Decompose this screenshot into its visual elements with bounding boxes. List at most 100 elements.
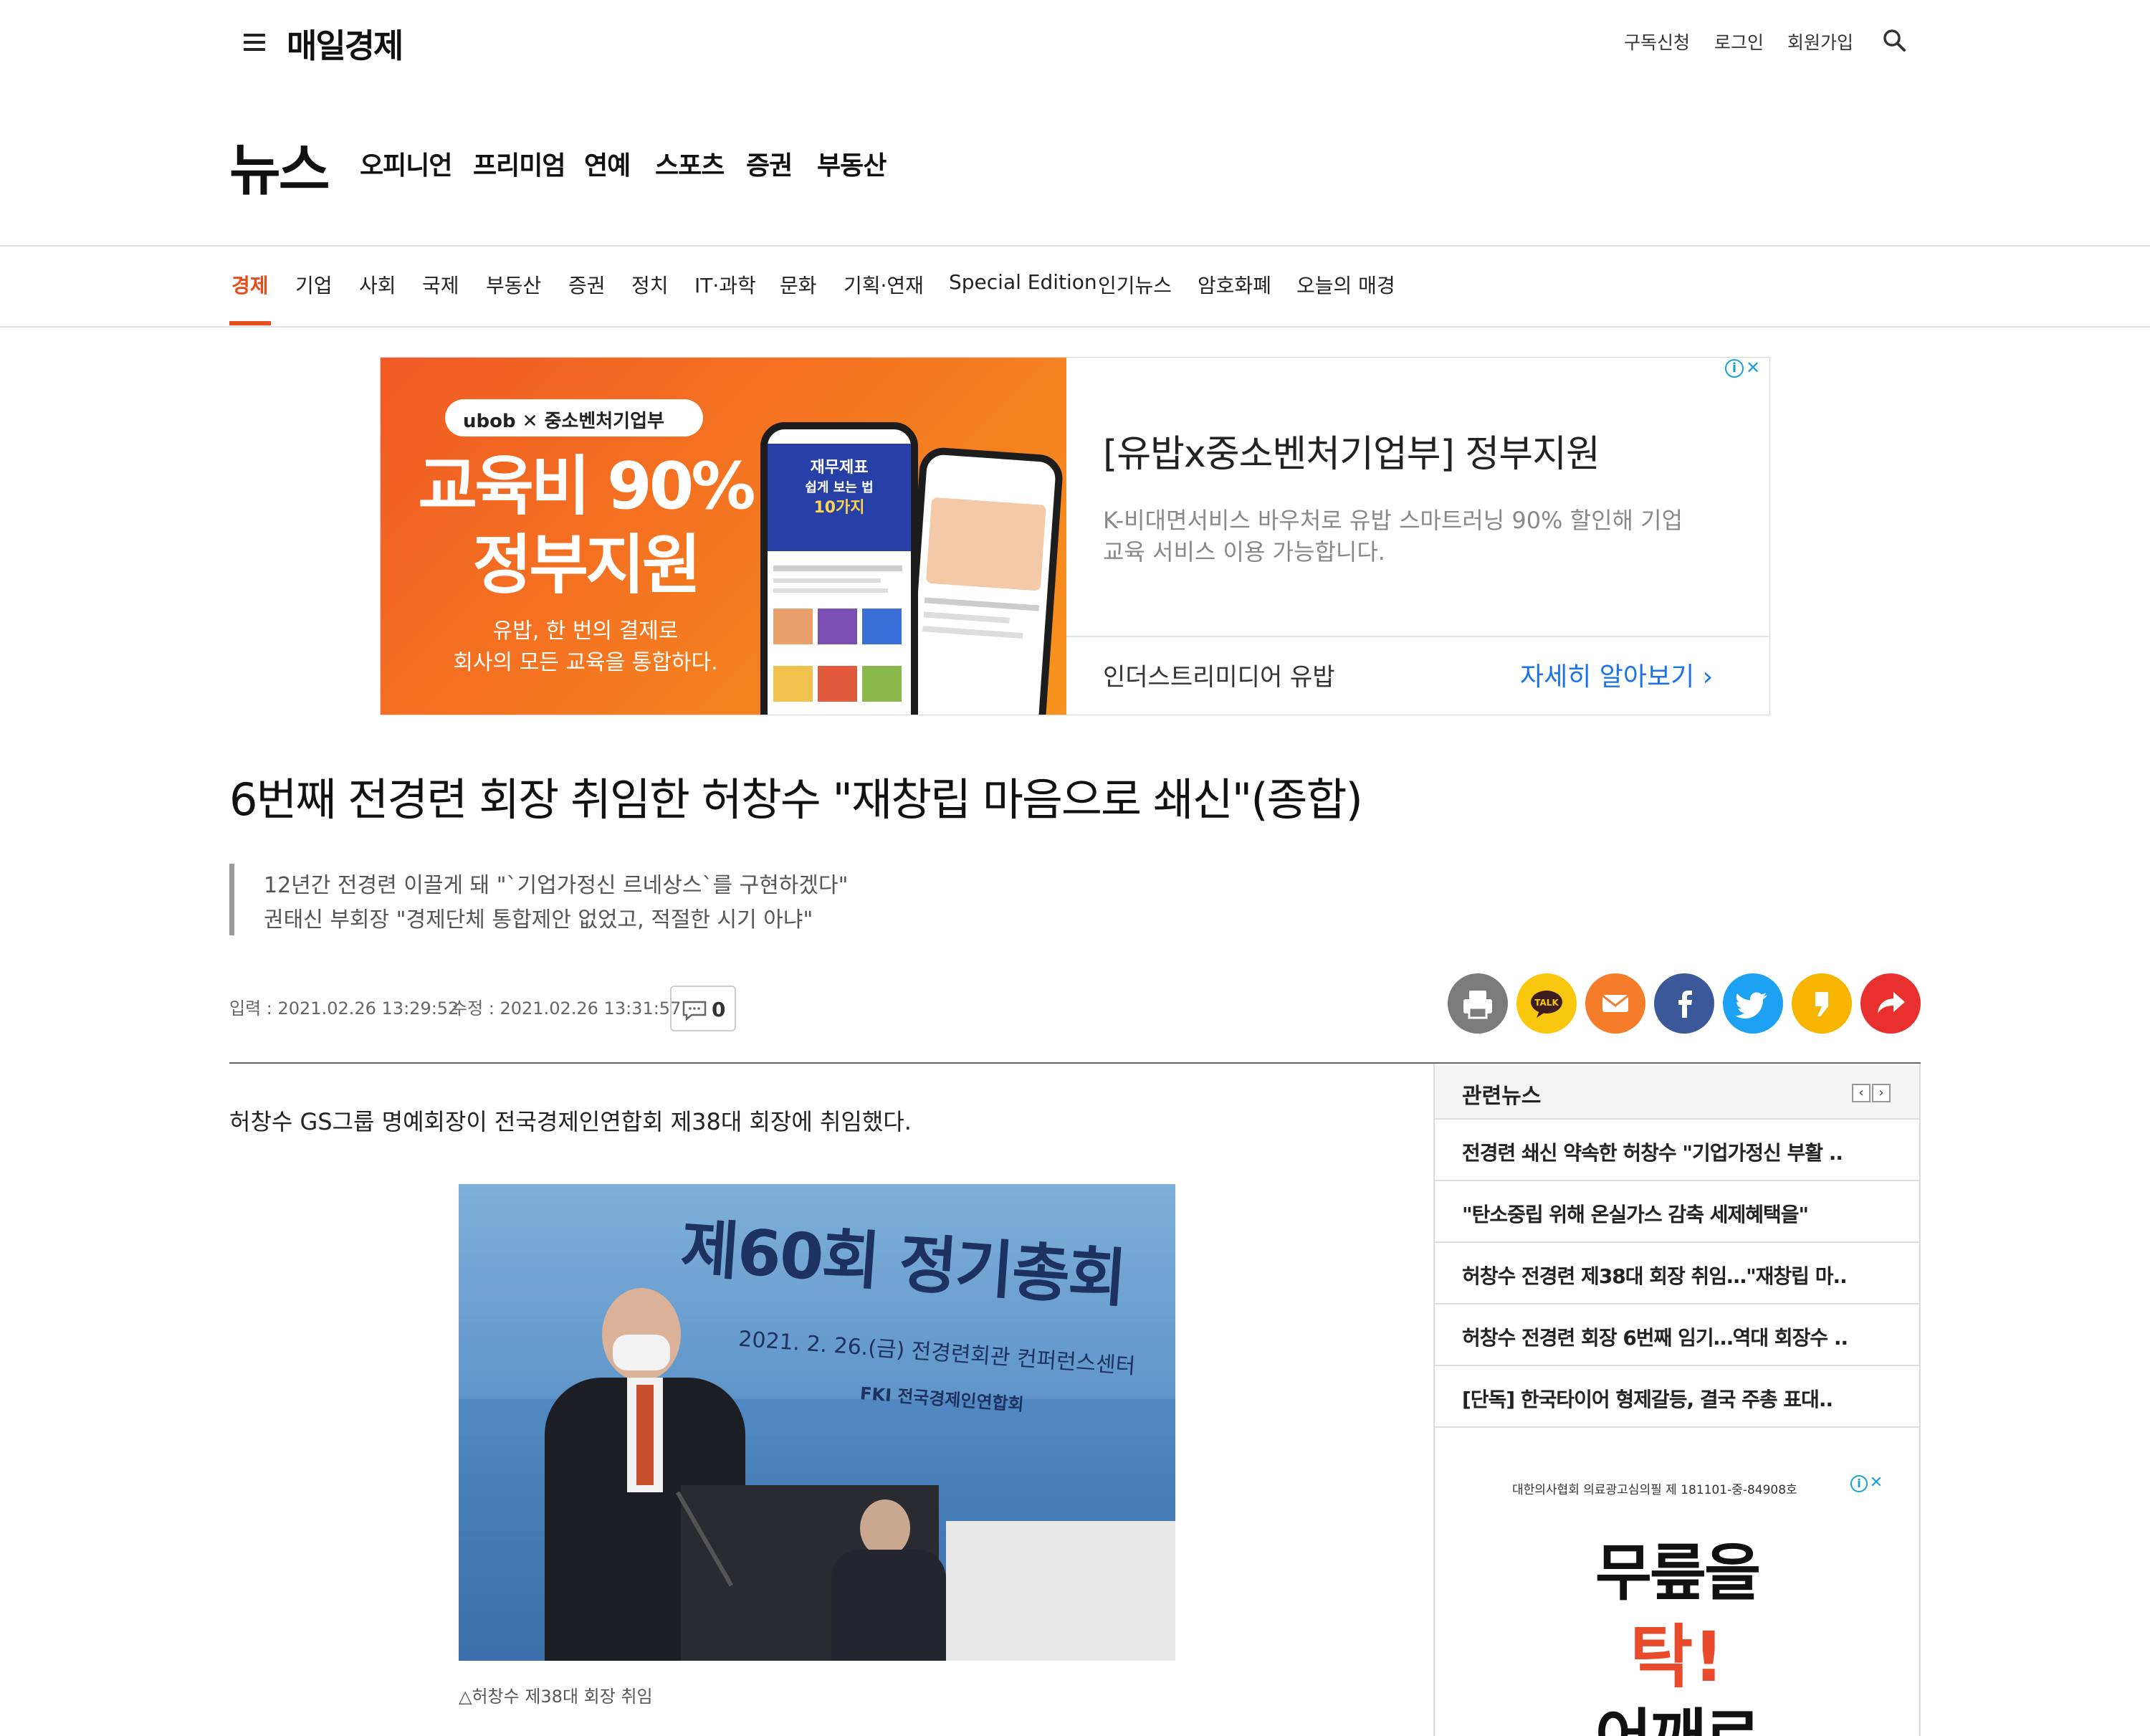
kakaostory-icon	[1815, 992, 1828, 1016]
search-icon[interactable]	[1881, 27, 1907, 53]
section-link-entertainment[interactable]: 연예	[584, 145, 631, 182]
ad-big-text: 교육비 90% 정부지원	[406, 447, 765, 605]
kakaotalk-icon: TALK	[1531, 991, 1562, 1018]
tab-popular[interactable]: 인기뉴스	[1098, 270, 1172, 299]
summary-bar	[229, 864, 234, 935]
article-photo[interactable]: 제60회 정기총회 2021. 2. 26.(금) 전경련회관 컨퍼런스센터 F…	[459, 1184, 1175, 1661]
related-news-item[interactable]: 전경련 쇄신 약속한 허창수 "기업가정신 부활 ..	[1435, 1120, 1919, 1181]
ad-phone-back	[901, 446, 1064, 715]
share-icon	[1878, 992, 1905, 1014]
ad-info-icon[interactable]: i	[1725, 359, 1744, 378]
ad-sub-line2: 회사의 모든 교육을 통합하다.	[453, 650, 718, 675]
side-ad-choices[interactable]: i ✕	[1850, 1474, 1885, 1492]
ad-phone-title3: 10가지	[813, 499, 865, 517]
section-link-stocks[interactable]: 증권	[746, 145, 793, 182]
related-news-link[interactable]: 허창수 전경련 제38대 회장 취임…"재창립 마..	[1462, 1261, 1848, 1289]
ad-choices[interactable]: i ✕	[1725, 359, 1768, 379]
site-logo[interactable]: 매일경제	[287, 20, 403, 67]
tab-crypto[interactable]: 암호화폐	[1198, 270, 1271, 299]
facebook-button[interactable]	[1654, 973, 1714, 1034]
tab-stocks[interactable]: 증권	[568, 270, 606, 299]
next-arrow-icon[interactable]: ›	[1872, 1084, 1891, 1102]
related-news-item[interactable]: 허창수 전경련 회장 6번째 임기…역대 회장수 ..	[1435, 1305, 1919, 1366]
side-ad[interactable]: 대한의사협회 의료광고심의필 제 181101-중-84908호 i ✕ 무릎을 …	[1462, 1465, 1892, 1736]
kakaotalk-button[interactable]: TALK	[1516, 973, 1577, 1034]
comment-button[interactable]: 0	[670, 986, 736, 1031]
ad-cta-link[interactable]: 자세히 알아보기 ›	[1520, 656, 1713, 693]
ad-banner[interactable]: ubob ✕ 중소벤처기업부 교육비 90% 정부지원 유밥, 한 번의 결제로…	[380, 357, 1770, 715]
signup-link[interactable]: 회원가입	[1787, 29, 1853, 54]
side-ad-info-icon[interactable]: i	[1850, 1475, 1868, 1492]
side-ad-line1: 무릎을	[1595, 1537, 1761, 1609]
related-news-item[interactable]: [단독] 한국타이어 형제갈등, 결국 주총 표대..	[1435, 1366, 1919, 1428]
related-news-item[interactable]: 허창수 전경련 제38대 회장 취임…"재창립 마..	[1435, 1243, 1919, 1305]
print-icon	[1463, 991, 1492, 1019]
ad-brand-text: ubob ✕ 중소벤처기업부	[463, 411, 664, 432]
ad-divider	[1066, 636, 1770, 637]
related-news-link[interactable]: [단독] 한국타이어 형제갈등, 결국 주총 표대..	[1462, 1384, 1833, 1413]
ad-brand-pill: ubob ✕ 중소벤처기업부	[445, 399, 703, 437]
ad-sub-line1: 유밥, 한 번의 결제로	[492, 619, 679, 644]
tab-economy[interactable]: 경제	[231, 270, 269, 299]
side-ad-notice: 대한의사협회 의료광고심의필 제 181101-중-84908호	[1512, 1483, 1797, 1497]
section-link-realestate[interactable]: 부동산	[817, 145, 887, 182]
article-lead: 허창수 GS그룹 명예회장이 전국경제인연합회 제38대 회장에 취임했다.	[229, 1108, 912, 1135]
talk-label: TALK	[1534, 998, 1559, 1008]
nav-divider-top	[0, 245, 2150, 247]
article-headline: 6번째 전경련 회장 취임한 허창수 "재창립 마음으로 쇄신"(종합)	[229, 773, 1363, 826]
section-link-sports[interactable]: 스포츠	[655, 145, 725, 182]
nav-divider-bottom	[0, 326, 2150, 328]
tab-society[interactable]: 사회	[359, 270, 396, 299]
kakaostory-button[interactable]	[1792, 973, 1852, 1034]
ad-big-line2: 정부지원	[472, 528, 701, 603]
comment-icon	[682, 1001, 707, 1021]
section-link-premium[interactable]: 프리미엄	[473, 145, 565, 182]
share-button[interactable]	[1860, 973, 1921, 1034]
ad-headline[interactable]: [유밥x중소벤처기업부] 정부지원	[1103, 424, 1600, 477]
related-news-panel: 관련뉴스 ‹ › 전경련 쇄신 약속한 허창수 "기업가정신 부활 .. "탄소…	[1433, 1064, 1921, 1736]
section-title[interactable]: 뉴스	[229, 125, 330, 206]
tab-series[interactable]: 기획·연재	[844, 270, 924, 299]
ad-close-icon[interactable]: ✕	[1744, 359, 1762, 378]
ad-phone-title2: 쉽게 보는 법	[805, 480, 874, 495]
ad-phone-title1: 재무제표	[810, 459, 869, 477]
related-news-title: 관련뉴스	[1462, 1084, 1542, 1109]
tab-international[interactable]: 국제	[422, 270, 459, 299]
tab-culture[interactable]: 문화	[780, 270, 817, 299]
tab-it-science[interactable]: IT·과학	[694, 270, 756, 299]
subscribe-link[interactable]: 구독신청	[1624, 29, 1690, 54]
login-link[interactable]: 로그인	[1714, 29, 1764, 54]
related-news-link[interactable]: 허창수 전경련 회장 6번째 임기…역대 회장수 ..	[1462, 1322, 1848, 1351]
related-news-item[interactable]: "탄소중립 위해 온실가스 감축 세제혜택을"	[1435, 1181, 1919, 1243]
print-button[interactable]	[1448, 973, 1508, 1034]
related-news-link[interactable]: 전경련 쇄신 약속한 허창수 "기업가정신 부활 ..	[1462, 1138, 1843, 1166]
comment-count: 0	[712, 998, 726, 1021]
ad-image[interactable]: ubob ✕ 중소벤처기업부 교육비 90% 정부지원 유밥, 한 번의 결제로…	[381, 358, 1066, 715]
published-date: 입력 : 2021.02.26 13:29:52	[229, 998, 459, 1019]
tab-today-mk[interactable]: 오늘의 매경	[1296, 270, 1395, 299]
ad-sub-text: 유밥, 한 번의 결제로 회사의 모든 교육을 통합하다.	[406, 616, 765, 679]
twitter-button[interactable]	[1723, 973, 1783, 1034]
email-button[interactable]	[1585, 973, 1645, 1034]
side-ad-close-icon[interactable]: ✕	[1868, 1474, 1885, 1492]
article-summary-line1: 12년간 전경련 이끌게 돼 "`기업가정신 르네상스`를 구현하겠다"	[264, 873, 849, 898]
tab-special-edition[interactable]: Special Edition	[949, 270, 1097, 294]
twitter-icon	[1735, 992, 1767, 1019]
section-link-opinion[interactable]: 오피니언	[360, 145, 452, 182]
ad-phone-front: 재무제표 쉽게 보는 법 10가지	[760, 422, 918, 715]
active-tab-indicator	[229, 321, 271, 325]
related-news-header: 관련뉴스 ‹ ›	[1435, 1064, 1919, 1120]
facebook-icon	[1678, 991, 1692, 1018]
prev-arrow-icon[interactable]: ‹	[1852, 1084, 1870, 1102]
tab-politics[interactable]: 정치	[631, 270, 669, 299]
photo-caption: △허창수 제38대 회장 취임	[459, 1687, 653, 1707]
tab-business[interactable]: 기업	[295, 270, 333, 299]
ad-description: K-비대면서비스 바우처로 유밥 스마트러닝 90% 할인해 기업교육 서비스 …	[1103, 507, 1683, 566]
modified-date: 수정 : 2021.02.26 13:31:57	[452, 998, 682, 1019]
ad-advertiser: 인더스트리미디어 유밥	[1103, 663, 1335, 692]
side-ad-line3: 어깨르	[1462, 1687, 1892, 1736]
related-news-link[interactable]: "탄소중립 위해 온실가스 감축 세제혜택을"	[1462, 1199, 1809, 1228]
email-icon	[1602, 994, 1629, 1012]
menu-icon[interactable]	[244, 34, 265, 51]
tab-realestate[interactable]: 부동산	[486, 270, 541, 299]
